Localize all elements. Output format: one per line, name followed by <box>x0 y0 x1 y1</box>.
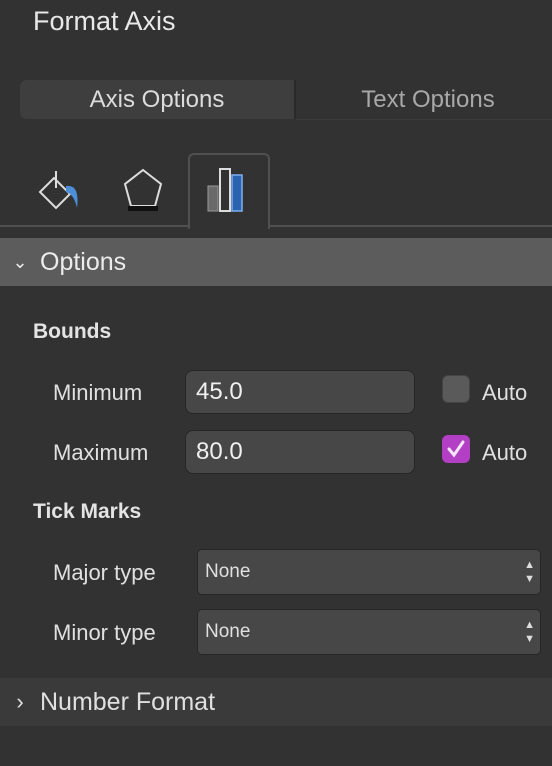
tick-marks-heading: Tick Marks <box>33 500 142 523</box>
options-header-label: Options <box>40 247 127 276</box>
major-type-select[interactable]: None ▲ ▼ <box>197 549 541 595</box>
checkmark-icon <box>447 440 465 458</box>
maximum-auto-label: Auto <box>482 440 528 465</box>
tab-text-options[interactable]: Text Options <box>294 80 552 120</box>
minimum-label: Minimum <box>53 380 143 405</box>
number-format-section-header[interactable]: › Number Format <box>0 678 552 726</box>
minimum-auto-checkbox[interactable] <box>442 375 470 403</box>
minor-type-value: None <box>205 621 251 642</box>
tab-axis-options[interactable]: Axis Options <box>20 80 294 119</box>
minor-type-label: Minor type <box>53 620 156 645</box>
maximum-label: Maximum <box>53 440 149 465</box>
fill-bucket-icon[interactable] <box>36 168 86 216</box>
major-type-value: None <box>205 561 251 582</box>
options-section-header[interactable]: ⌄ Options <box>0 238 552 286</box>
tab-divider <box>0 225 552 227</box>
pentagon-effects-icon[interactable] <box>118 166 168 214</box>
major-type-label: Major type <box>53 560 156 585</box>
minimum-input[interactable]: 45.0 <box>185 370 415 414</box>
bar-chart-icon[interactable] <box>204 166 252 214</box>
maximum-input[interactable]: 80.0 <box>185 430 415 474</box>
chevron-down-icon: ⌄ <box>12 251 28 272</box>
chevron-right-icon: › <box>16 689 24 714</box>
maximum-auto-checkbox[interactable] <box>442 435 470 463</box>
minimum-auto-label: Auto <box>482 380 528 405</box>
pane-title: Format Axis <box>33 6 176 36</box>
stepper-arrows-icon: ▲ ▼ <box>524 559 535 585</box>
stepper-arrows-icon: ▲ ▼ <box>524 619 535 645</box>
number-format-header-label: Number Format <box>40 687 216 716</box>
minor-type-select[interactable]: None ▲ ▼ <box>197 609 541 655</box>
options-segmented-control: Axis Options Text Options <box>20 80 552 120</box>
bounds-heading: Bounds <box>33 320 112 343</box>
